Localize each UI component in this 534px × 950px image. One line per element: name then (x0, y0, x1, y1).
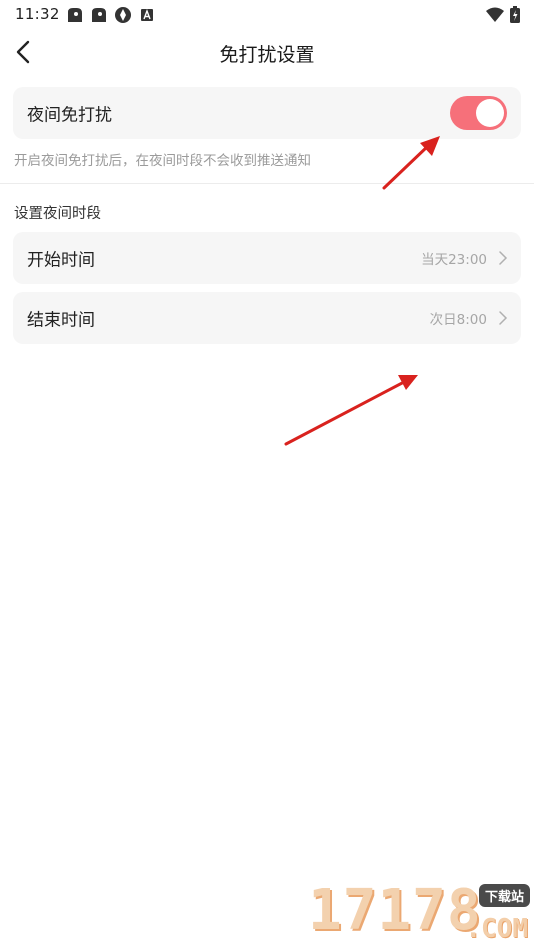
end-time-label: 结束时间 (27, 310, 95, 331)
toggle-knob (476, 99, 504, 127)
battery-charging-icon (510, 6, 520, 27)
section-divider (0, 183, 534, 184)
status-time: 11:32 (15, 5, 60, 23)
section-title: 设置夜间时段 (14, 206, 101, 222)
night-dnd-row: 夜间免打扰 (13, 87, 521, 139)
watermark-badge: 下载站 (478, 884, 530, 907)
status-bar: 11:32 (0, 0, 534, 30)
wifi-icon (486, 7, 504, 27)
end-time-row[interactable]: 结束时间 次日8:00 (13, 292, 521, 344)
nav-header: 免打扰设置 (0, 30, 534, 74)
annotation-arrows (284, 136, 440, 446)
status-notification-icons (66, 6, 156, 24)
chevron-right-icon (499, 251, 508, 265)
screen: 11:32 免打扰设置 夜间免打扰 开启夜间免打扰后，在夜间时段不会收到推送通知… (0, 0, 534, 950)
page-title: 免打扰设置 (219, 44, 315, 66)
notification-app-icon (66, 6, 84, 24)
watermark-suffix: .COM (465, 914, 528, 944)
end-time-value: 次日8:00 (429, 312, 487, 328)
watermark-digits: 17178 (308, 878, 482, 943)
night-dnd-label: 夜间免打扰 (27, 105, 112, 126)
night-dnd-toggle[interactable] (450, 96, 507, 130)
notification-app-icon (90, 6, 108, 24)
start-time-row[interactable]: 开始时间 当天23:00 (13, 232, 521, 284)
annotation-arrow-2 (284, 375, 418, 446)
notification-app-icon (114, 6, 132, 24)
notification-app-icon (138, 6, 156, 24)
chevron-right-icon (499, 311, 508, 325)
start-time-value: 当天23:00 (421, 252, 487, 268)
start-time-label: 开始时间 (27, 250, 95, 271)
watermark-logo: 17178 下载站 .COM (304, 870, 534, 950)
status-right-icons (486, 6, 520, 27)
annotation-arrow-1 (382, 136, 440, 190)
night-dnd-hint: 开启夜间免打扰后，在夜间时段不会收到推送通知 (14, 153, 311, 169)
